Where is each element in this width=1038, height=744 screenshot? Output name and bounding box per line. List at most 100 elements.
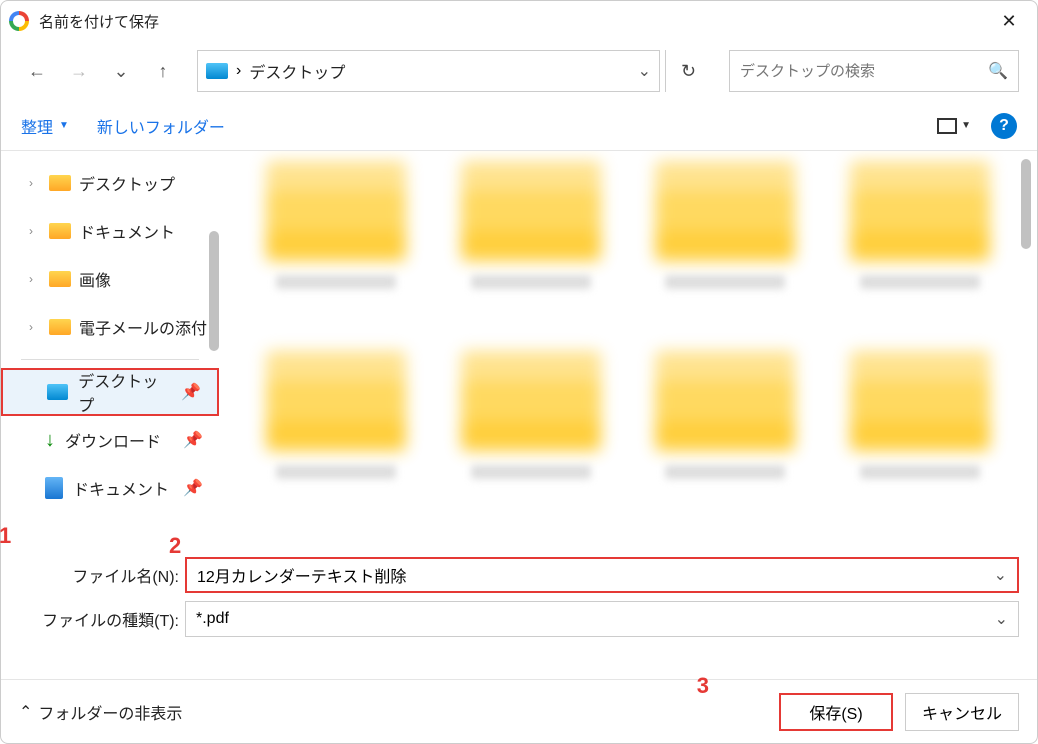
filename-label: ファイル名(N): [19, 563, 179, 587]
filetype-input[interactable] [196, 610, 995, 628]
chrome-icon [9, 11, 29, 31]
content-area [219, 151, 1037, 549]
folder-item[interactable] [833, 351, 1008, 511]
quick-desktop[interactable]: デスクトップ 📌 [1, 368, 219, 416]
organize-button[interactable]: 整理 [21, 114, 53, 138]
path-text: デスクトップ [249, 59, 345, 83]
tree-item-email[interactable]: › 電子メールの添付 [1, 303, 219, 351]
quick-documents[interactable]: ドキュメント📌 [1, 464, 219, 512]
path-box[interactable]: › デスクトップ ⌄ [197, 50, 660, 92]
chevron-right-icon[interactable]: › [29, 224, 41, 238]
recent-button[interactable]: ⌄ [103, 53, 139, 89]
tree-item-documents[interactable]: › ドキュメント [1, 207, 219, 255]
search-box[interactable]: 🔍 [729, 50, 1019, 92]
quick-downloads[interactable]: ↓ ダウンロード 📌 [1, 416, 219, 464]
chevron-right-icon[interactable]: › [29, 320, 41, 334]
folder-icon [461, 161, 601, 261]
folder-label [665, 465, 785, 479]
filename-input-wrap[interactable]: ⌄ [185, 557, 1019, 593]
sidebar-scrollbar[interactable] [209, 231, 219, 351]
folder-item[interactable] [444, 351, 619, 511]
window-title: 名前を付けて保存 [39, 11, 989, 32]
pin-icon[interactable]: 📌 [183, 430, 203, 450]
forward-button[interactable]: → [61, 53, 97, 89]
quick-label: デスクトップ [78, 368, 171, 416]
document-icon [45, 477, 63, 499]
folder-icon [49, 223, 71, 239]
search-icon[interactable]: 🔍 [988, 61, 1008, 81]
annotation-1: 1 [0, 523, 11, 549]
filetype-row: ファイルの種類(T): ⌄ [19, 597, 1019, 641]
chevron-down-icon[interactable]: ⌄ [638, 61, 651, 81]
tree-label: ドキュメント [79, 219, 175, 243]
filename-input[interactable] [197, 566, 994, 584]
new-folder-button[interactable]: 新しいフォルダー [97, 114, 225, 138]
main-area: ›デスクトップ ›ドキュメント ›画像 ›電子メールの添付 1 デスクトップ📌 … [1, 151, 1037, 549]
chevron-down-icon[interactable]: ⌄ [995, 609, 1008, 629]
folder-icon [49, 175, 71, 191]
cancel-button[interactable]: キャンセル [905, 693, 1019, 731]
titlebar: 名前を付けて保存 ✕ [1, 1, 1037, 41]
folder-label [860, 465, 980, 479]
footer: ⌃フォルダーの非表示 3 保存(S) キャンセル [1, 679, 1037, 743]
filetype-select[interactable]: ⌄ [185, 601, 1019, 637]
folder-icon [49, 271, 71, 287]
folder-label [471, 465, 591, 479]
pin-icon[interactable]: 📌 [183, 478, 203, 498]
pin-icon[interactable]: 📌 [181, 382, 201, 402]
quick-label: ダウンロード [65, 428, 161, 452]
tree-label: 電子メールの添付 [79, 315, 207, 339]
desktop-icon [206, 63, 228, 79]
folder-icon [850, 351, 990, 451]
tree-item-images[interactable]: › 画像 [1, 255, 219, 303]
folder-label [276, 275, 396, 289]
folder-icon [461, 351, 601, 451]
folder-item[interactable] [249, 351, 424, 511]
annotation-2: 2 [169, 533, 181, 559]
back-button[interactable]: ← [19, 53, 55, 89]
folder-item[interactable] [638, 351, 813, 511]
path-chevron: › [236, 62, 241, 80]
desktop-icon [47, 384, 68, 400]
view-button[interactable] [937, 118, 957, 134]
content-scrollbar[interactable] [1021, 159, 1031, 249]
folder-label [665, 275, 785, 289]
chevron-down-icon[interactable]: ⌄ [994, 565, 1007, 585]
save-button[interactable]: 保存(S) [779, 693, 893, 731]
tree-item-desktop[interactable]: › デスクトップ [1, 159, 219, 207]
navbar: ← → ⌄ ↑ › デスクトップ ⌄ ↻ 🔍 [1, 41, 1037, 101]
folder-icon [655, 161, 795, 261]
up-button[interactable]: ↑ [145, 53, 181, 89]
filename-row: ファイル名(N): ⌄ [19, 553, 1019, 597]
folder-label [860, 275, 980, 289]
chevron-right-icon[interactable]: › [29, 176, 41, 190]
help-button[interactable]: ? [991, 113, 1017, 139]
folder-item[interactable] [249, 161, 424, 321]
sidebar: ›デスクトップ ›ドキュメント ›画像 ›電子メールの添付 1 デスクトップ📌 … [1, 151, 219, 549]
search-input[interactable] [740, 63, 988, 80]
filetype-label: ファイルの種類(T): [19, 607, 179, 631]
folder-item[interactable] [444, 161, 619, 321]
folder-item[interactable] [833, 161, 1008, 321]
toolbar: 整理 ▼ 新しいフォルダー ▼ ? [1, 101, 1037, 151]
hide-folders-button[interactable]: ⌃フォルダーの非表示 [19, 700, 182, 724]
close-button[interactable]: ✕ [989, 1, 1029, 41]
folder-item[interactable] [638, 161, 813, 321]
folder-icon [266, 351, 406, 451]
chevron-right-icon[interactable]: › [29, 272, 41, 286]
download-icon: ↓ [45, 429, 55, 452]
annotation-3: 3 [697, 673, 709, 699]
fields: 2 ファイル名(N): ⌄ ファイルの種類(T): ⌄ [1, 549, 1037, 649]
folder-label [276, 465, 396, 479]
view-caret-icon[interactable]: ▼ [961, 120, 971, 131]
folder-icon [49, 319, 71, 335]
tree-label: 画像 [79, 267, 111, 291]
refresh-button[interactable]: ↻ [665, 50, 711, 92]
folder-icon [655, 351, 795, 451]
divider [21, 359, 199, 360]
folder-label [471, 275, 591, 289]
organize-caret-icon[interactable]: ▼ [59, 120, 69, 131]
tree-label: デスクトップ [79, 171, 175, 195]
chevron-up-icon: ⌃ [19, 702, 32, 722]
folder-icon [266, 161, 406, 261]
